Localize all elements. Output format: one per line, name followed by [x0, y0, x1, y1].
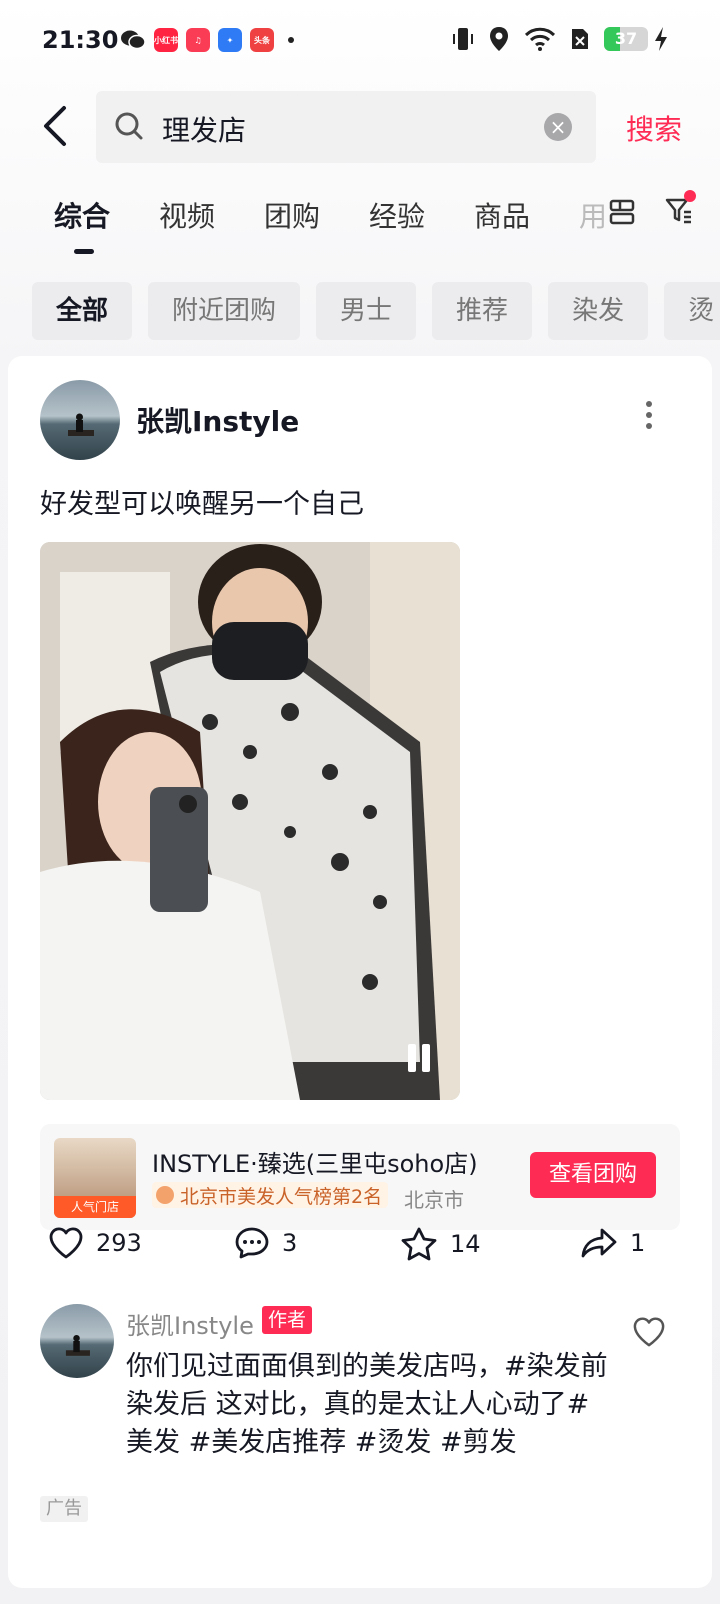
store-card[interactable]: 人气门店 INSTYLE·臻选(三里屯soho店) 北京市美发人气榜第2名 北京… — [40, 1124, 680, 1230]
like-count: 293 — [96, 1229, 142, 1257]
avatar[interactable] — [40, 380, 120, 460]
chip-men[interactable]: 男士 — [316, 282, 417, 340]
favorite-button[interactable]: 14 — [400, 1226, 481, 1262]
comment-like-icon[interactable] — [632, 1316, 666, 1348]
clear-icon[interactable]: × — [544, 113, 572, 141]
filter-chips: 全部 附近团购 男士 推荐 染发 烫 — [32, 282, 720, 340]
share-count: 1 — [630, 1229, 646, 1257]
vibrate-icon — [453, 28, 473, 50]
comment-avatar-image — [65, 1334, 90, 1356]
charging-icon — [655, 27, 667, 51]
battery-level: 37 — [614, 29, 638, 48]
video-player[interactable] — [40, 542, 460, 1100]
comment-text: 你们见过面面俱到的美发店吗，#染发前染发后 这对比，真的是太让人心动了#美发 #… — [126, 1351, 608, 1458]
rank-icon — [156, 1186, 174, 1204]
dot-icon — [288, 37, 294, 43]
tab-video[interactable]: 视频 — [159, 195, 264, 235]
view-group-buy-button[interactable]: 查看团购 — [530, 1152, 656, 1198]
chip-perm[interactable]: 烫 — [664, 282, 720, 340]
author-name[interactable]: 张凯Instyle — [136, 400, 299, 440]
store-name: INSTYLE·臻选(三里屯soho店) — [152, 1150, 478, 1178]
location-icon — [490, 27, 508, 51]
comment-avatar[interactable] — [40, 1304, 114, 1378]
store-rank-badge: 北京市美发人气榜第2名 — [152, 1182, 389, 1208]
battery-indicator: 37 — [604, 27, 648, 51]
wifi-icon — [524, 27, 556, 51]
ad-label: 广告 — [40, 1496, 88, 1522]
tab-products[interactable]: 商品 — [474, 195, 579, 235]
search-box[interactable]: 理发店 × — [96, 91, 596, 163]
back-button[interactable] — [40, 104, 70, 148]
comment-icon — [235, 1227, 269, 1259]
star-icon — [401, 1227, 437, 1261]
tab-comprehensive[interactable]: 综合 — [54, 195, 159, 254]
tab-users[interactable]: 用 — [579, 195, 609, 235]
search-input[interactable]: 理发店 — [162, 109, 246, 149]
like-button[interactable]: 293 — [48, 1226, 142, 1260]
post-caption: 好发型可以唤醒另一个自己 — [40, 489, 364, 520]
music-icon: ♫ — [186, 28, 210, 52]
post-card: 张凯Instyle 好发型可以唤醒另一个自己 人气门店 INSTYLE·臻选(三… — [8, 356, 712, 1588]
share-button[interactable]: 1 — [580, 1226, 645, 1260]
filter-notification-dot — [684, 190, 696, 202]
store-rank-text: 北京市美发人气榜第2名 — [180, 1185, 383, 1208]
chip-recommended[interactable]: 推荐 — [432, 282, 533, 340]
store-thumbnail: 人气门店 — [54, 1138, 136, 1218]
comment-count: 3 — [282, 1229, 298, 1257]
more-options-icon[interactable] — [644, 400, 654, 430]
author-badge: 作者 — [262, 1306, 313, 1334]
status-icons: 37 — [452, 26, 668, 52]
chip-hair-dye[interactable]: 染发 — [548, 282, 649, 340]
post-actions: 293 3 14 1 — [8, 1226, 712, 1286]
tab-group-buy[interactable]: 团购 — [264, 195, 369, 235]
search-icon — [115, 112, 143, 140]
status-time: 21:30 — [42, 26, 119, 54]
share-icon — [581, 1228, 617, 1258]
avatar-image — [68, 413, 94, 436]
store-thumb-tag: 人气门店 — [54, 1196, 136, 1218]
favorite-count: 14 — [450, 1230, 481, 1258]
store-city: 北京市 — [404, 1188, 464, 1212]
search-button[interactable]: 搜索 — [626, 108, 682, 148]
sim-off-icon — [572, 29, 588, 49]
toutiao-icon: 头条 — [250, 28, 274, 52]
comment-button[interactable]: 3 — [234, 1226, 297, 1260]
xiaohongshu-icon: 小红书 — [154, 28, 178, 52]
tab-experience[interactable]: 经验 — [369, 195, 474, 235]
layout-toggle-icon[interactable] — [608, 198, 636, 226]
video-frame — [40, 542, 460, 1100]
result-tabs: 综合 视频 团购 经验 商品 用 — [54, 195, 609, 254]
lark-icon: ✦ — [218, 28, 242, 52]
comment-author[interactable]: 张凯Instyle — [126, 1306, 254, 1341]
heart-icon — [49, 1227, 83, 1259]
notification-icons: 小红书 ♫ ✦ 头条 — [120, 28, 294, 52]
chip-all[interactable]: 全部 — [32, 282, 133, 340]
status-bar: 21:30 小红书 ♫ ✦ 头条 37 — [0, 0, 720, 84]
wechat-icon — [121, 30, 146, 50]
chip-nearby-group-buy[interactable]: 附近团购 — [148, 282, 301, 340]
pause-icon[interactable] — [408, 1044, 430, 1072]
